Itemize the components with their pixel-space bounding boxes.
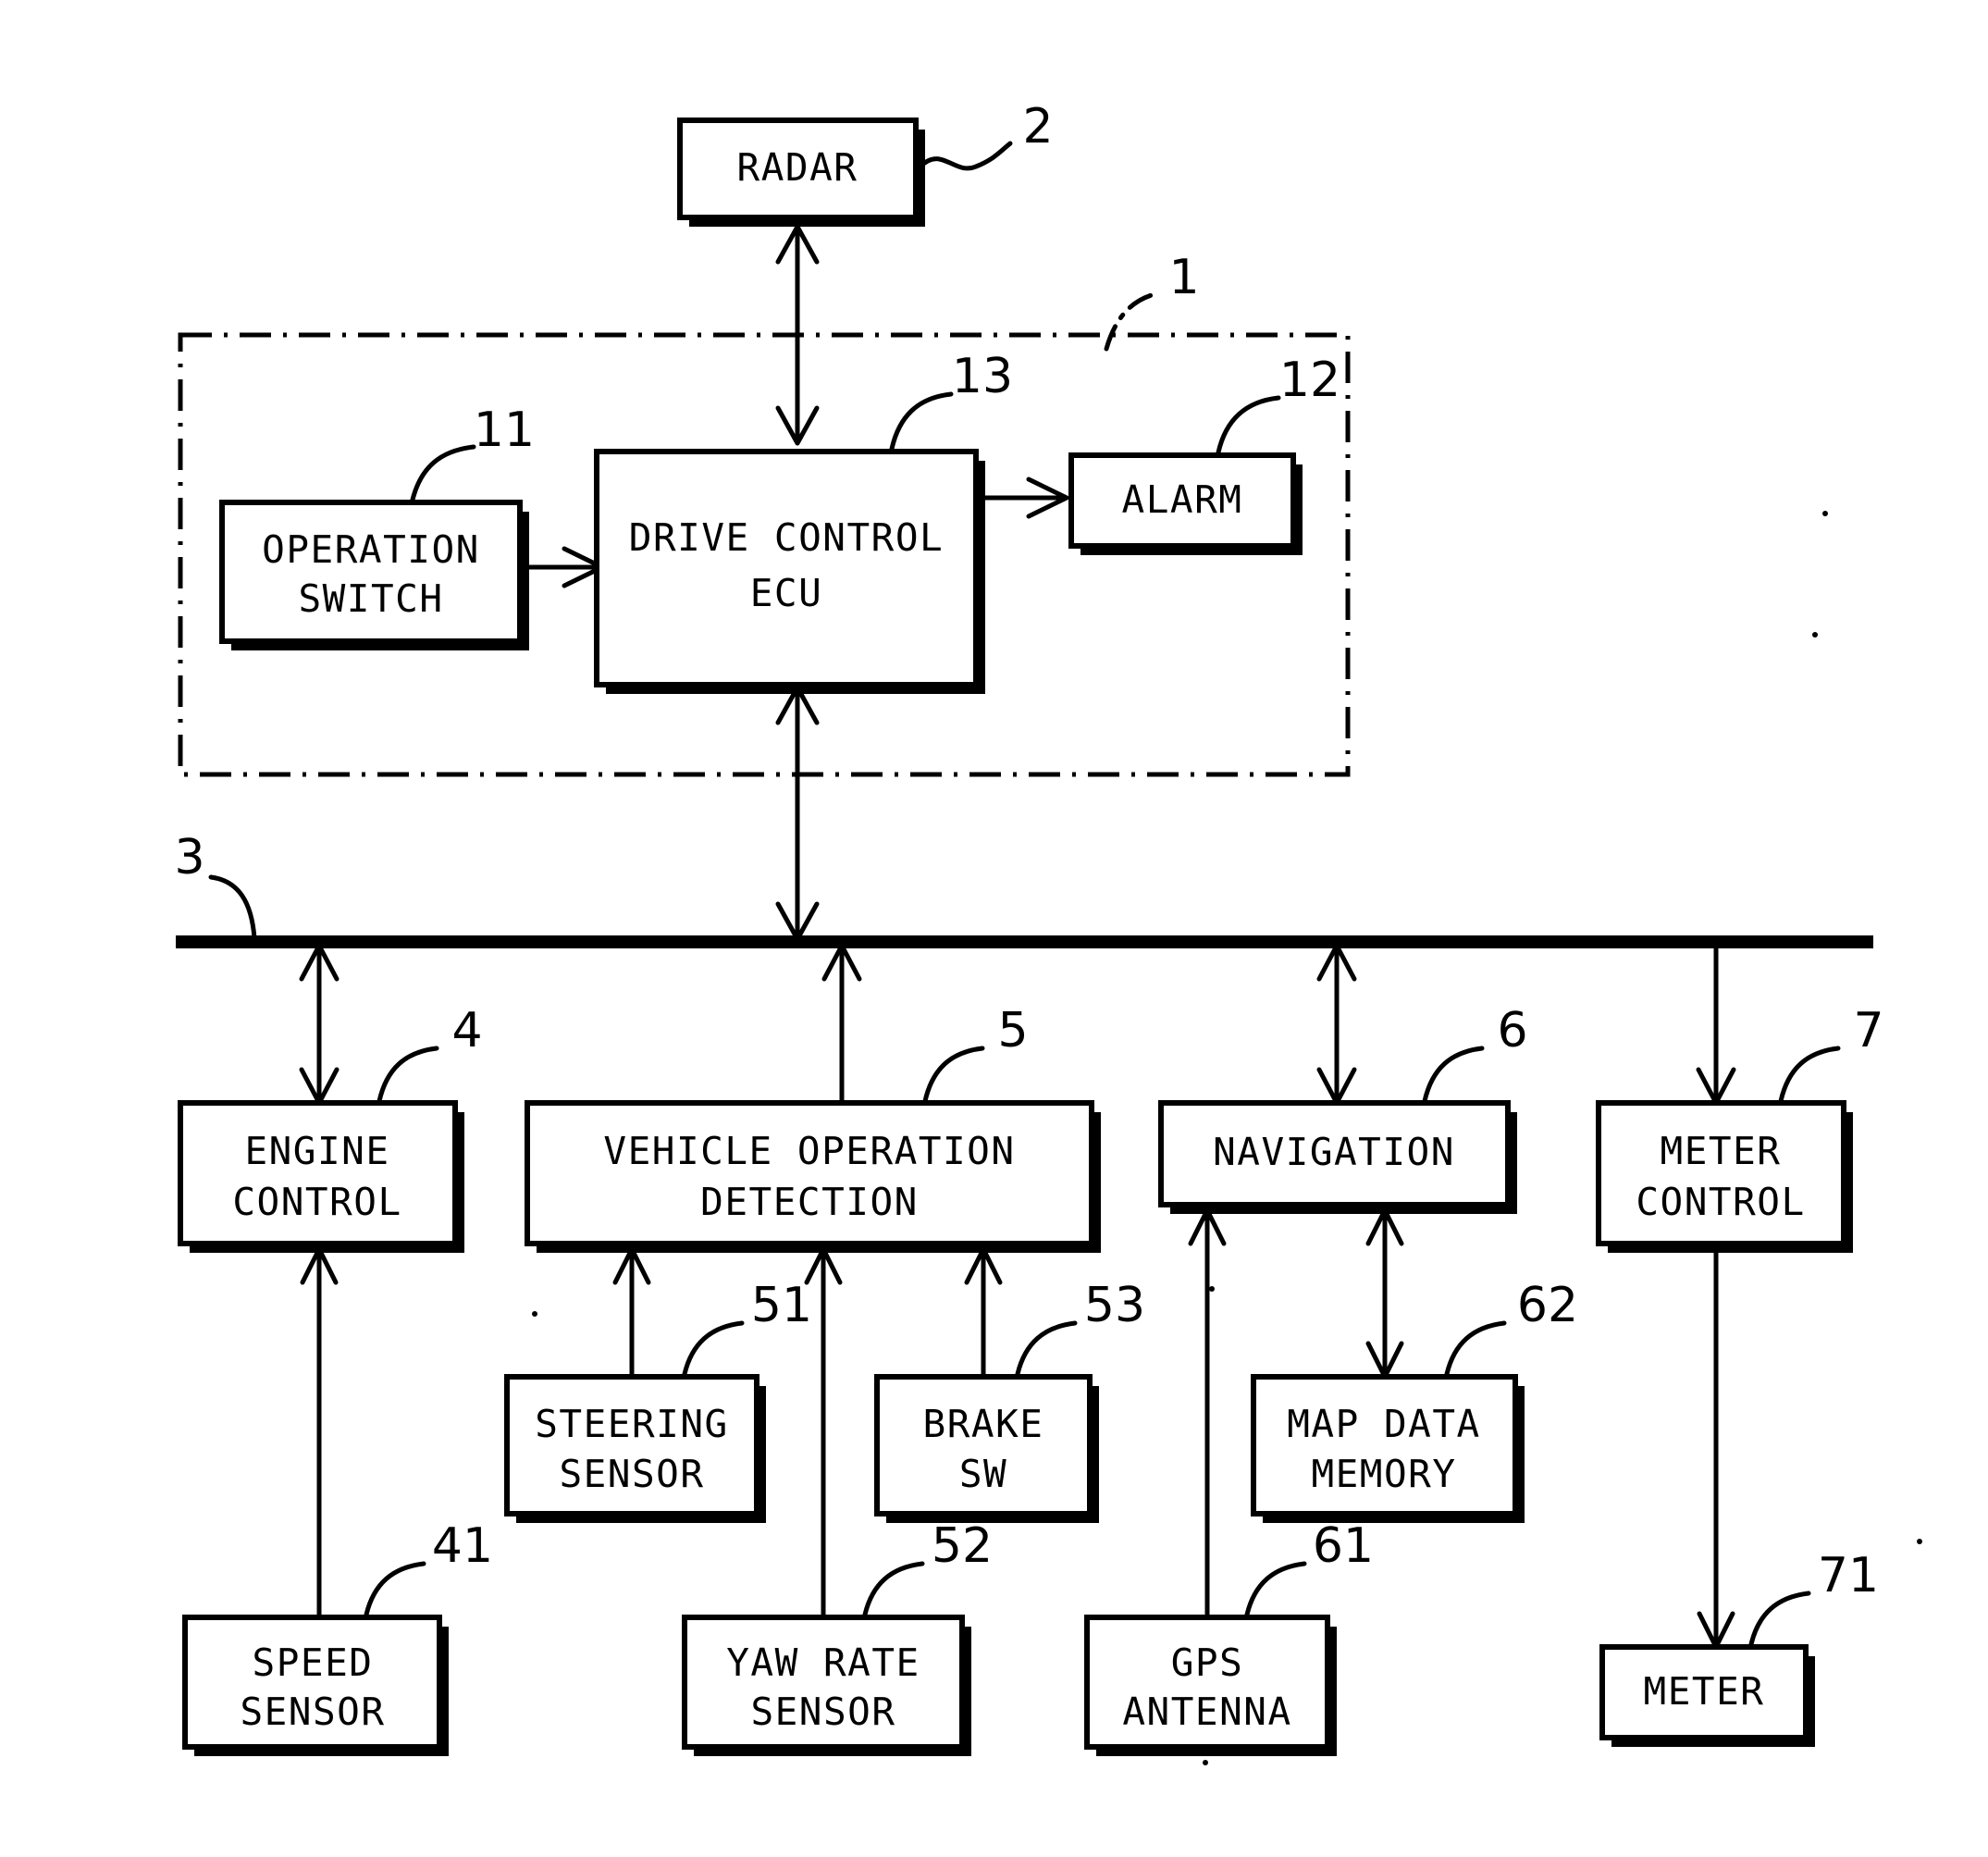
- lead-line-gps-antenna: [1244, 1561, 1307, 1617]
- lead-line-operation-switch: [410, 444, 476, 502]
- vehicle-operation-detection-label-line2: DETECTION: [700, 1180, 919, 1224]
- ref-label-system-enclosure: 1: [1168, 250, 1199, 305]
- scan-speck: [1812, 632, 1818, 638]
- scan-speck: [1209, 1286, 1215, 1292]
- ref-label-drive-control-ecu: 13: [952, 349, 1013, 404]
- lead-line-yaw-rate-sensor: [862, 1561, 925, 1617]
- engine-control-label-line2: CONTROL: [232, 1180, 401, 1224]
- ref-label-engine-control: 4: [451, 1003, 482, 1058]
- ref-label-vehicle-operation-detection: 5: [997, 1003, 1028, 1058]
- lead-line-brake-sw: [1015, 1320, 1078, 1377]
- lead-line-bus: [208, 874, 257, 941]
- lead-line-navigation: [1422, 1046, 1485, 1104]
- lead-line-system-enclosure: [1104, 291, 1157, 352]
- speed-sensor-label-line2: SENSOR: [240, 1690, 385, 1734]
- lead-line-vehicle-operation-detection: [922, 1046, 985, 1104]
- lead-line-speed-sensor: [364, 1561, 426, 1617]
- ref-label-brake-sw: 53: [1084, 1278, 1145, 1333]
- lead-line-steering-sensor: [682, 1320, 745, 1377]
- ref-label-gps-antenna: 61: [1313, 1518, 1374, 1574]
- lead-line-meter: [1748, 1591, 1811, 1647]
- vehicle-operation-detection-label-line1: VEHICLE OPERATION: [603, 1129, 1015, 1173]
- ref-label-radar: 2: [1022, 99, 1053, 155]
- meter-control-label-line1: METER: [1661, 1129, 1782, 1173]
- figure-canvas: 1 RADAR 2 OPERATION SWITCH 11 DRIVE CONT…: [0, 0, 1988, 1857]
- scan-speck: [1917, 1539, 1922, 1544]
- steering-sensor-label-line2: SENSOR: [559, 1452, 704, 1496]
- scan-speck: [532, 1311, 537, 1317]
- yaw-rate-sensor-label-line1: YAW RATE: [726, 1640, 920, 1685]
- alarm-label: ALARM: [1122, 477, 1243, 522]
- lead-line-map-data-memory: [1444, 1320, 1507, 1377]
- map-data-memory-label-line1: MAP DATA: [1287, 1402, 1480, 1446]
- ref-label-meter: 71: [1818, 1548, 1879, 1603]
- ref-label-map-data-memory: 62: [1517, 1278, 1578, 1333]
- meter-label: METER: [1644, 1669, 1765, 1714]
- ref-label-speed-sensor: 41: [432, 1518, 493, 1574]
- lead-line-alarm: [1216, 395, 1281, 455]
- lead-line-drive-control-ecu: [889, 391, 954, 452]
- navigation-label: NAVIGATION: [1213, 1130, 1455, 1174]
- ref-label-operation-switch: 11: [474, 402, 535, 458]
- lead-line-engine-control: [377, 1046, 439, 1104]
- lead-line-radar: [918, 141, 1013, 171]
- radar-label: RADAR: [737, 145, 858, 190]
- ref-label-steering-sensor: 51: [751, 1278, 812, 1333]
- scan-speck: [1822, 511, 1828, 516]
- lead-line-meter-control: [1778, 1046, 1841, 1104]
- ref-label-navigation: 6: [1497, 1003, 1527, 1058]
- gps-antenna-label-line2: ANTENNA: [1122, 1690, 1291, 1734]
- scan-speck: [1203, 1760, 1208, 1765]
- engine-control-label-line1: ENGINE: [244, 1129, 389, 1173]
- speed-sensor-label-line1: SPEED: [253, 1640, 374, 1685]
- brake-sw-label-line2: SW: [959, 1452, 1007, 1496]
- meter-control-label-line2: CONTROL: [1636, 1180, 1805, 1224]
- operation-switch-label-line2: SWITCH: [298, 576, 443, 621]
- steering-sensor-label-line1: STEERING: [535, 1402, 728, 1446]
- gps-antenna-label-line1: GPS: [1171, 1640, 1244, 1685]
- ref-label-alarm: 12: [1279, 353, 1340, 408]
- ref-label-yaw-rate-sensor: 52: [932, 1518, 993, 1574]
- brake-sw-label-line1: BRAKE: [923, 1402, 1044, 1446]
- drive-control-ecu-label-line1: DRIVE CONTROL: [629, 515, 944, 560]
- drive-control-ecu-box: [594, 449, 979, 687]
- map-data-memory-label-line2: MEMORY: [1311, 1452, 1456, 1496]
- patent-block-diagram: 1 RADAR 2 OPERATION SWITCH 11 DRIVE CONT…: [174, 99, 1922, 1765]
- ref-label-bus: 3: [174, 830, 204, 885]
- operation-switch-label-line1: OPERATION: [262, 527, 480, 572]
- drive-control-ecu-label-line2: ECU: [750, 571, 823, 615]
- yaw-rate-sensor-label-line2: SENSOR: [750, 1690, 895, 1734]
- ref-label-meter-control: 7: [1853, 1003, 1883, 1058]
